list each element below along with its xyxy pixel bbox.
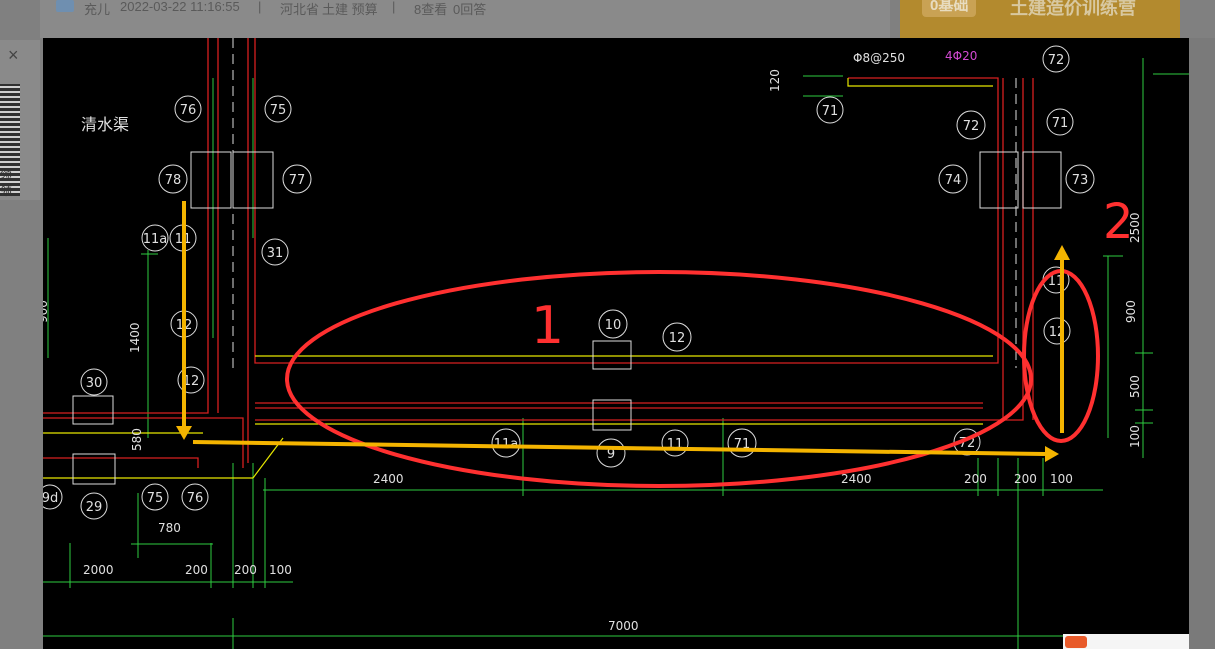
svg-text:78: 78 xyxy=(165,173,182,188)
left-float-panel: × 领 领 xyxy=(0,40,40,200)
svg-text:200: 200 xyxy=(234,563,257,577)
svg-text:75: 75 xyxy=(270,103,287,118)
cad-drawing: 120 1400 900 580 780 2000 200 200 100 24… xyxy=(43,38,1189,649)
svg-text:72: 72 xyxy=(963,119,980,134)
meta-separator: | xyxy=(392,0,396,14)
ad-badge: 0基础 xyxy=(922,0,977,17)
svg-text:2400: 2400 xyxy=(841,472,872,486)
rebar-spec: Φ8@250 xyxy=(853,51,905,65)
svg-text:2400: 2400 xyxy=(373,472,404,486)
svg-text:1400: 1400 xyxy=(128,322,142,353)
svg-text:9d: 9d xyxy=(43,491,58,506)
svg-text:7000: 7000 xyxy=(608,619,639,633)
svg-text:12: 12 xyxy=(669,331,686,346)
image-viewer[interactable]: 120 1400 900 580 780 2000 200 200 100 24… xyxy=(43,38,1189,649)
svg-text:71: 71 xyxy=(822,104,839,119)
svg-text:11a: 11a xyxy=(143,232,168,247)
svg-text:580: 580 xyxy=(130,428,144,451)
close-icon[interactable]: × xyxy=(8,46,19,64)
svg-text:29: 29 xyxy=(86,500,103,515)
svg-text:100: 100 xyxy=(1128,425,1142,448)
svg-text:100: 100 xyxy=(1050,472,1073,486)
answer-count: 0回答 xyxy=(453,2,487,17)
svg-text:100: 100 xyxy=(269,563,292,577)
watermark-logo xyxy=(1063,634,1189,649)
svg-text:73: 73 xyxy=(1072,173,1089,188)
user-avatar-icon[interactable] xyxy=(56,0,74,12)
area-label: 清水渠 xyxy=(81,115,129,134)
annotation-label-1: 1 xyxy=(531,296,564,356)
svg-text:2000: 2000 xyxy=(83,563,114,577)
author-name[interactable]: 充儿 xyxy=(84,0,110,18)
dimension-lines xyxy=(43,58,1189,649)
rebar-spec: 4Φ20 xyxy=(945,49,977,63)
svg-text:75: 75 xyxy=(147,491,164,506)
annotation-arrows xyxy=(176,201,1070,462)
question-meta-bar: 充儿 2022-03-22 11:16:55 | 河北省 土建 预算 | 8查看… xyxy=(40,0,890,38)
svg-text:77: 77 xyxy=(289,173,306,188)
ad-headline: 土建造价训练营 xyxy=(1010,0,1136,18)
svg-text:200: 200 xyxy=(1014,472,1037,486)
svg-text:31: 31 xyxy=(267,246,284,261)
rebar-boxes xyxy=(72,151,1062,485)
svg-text:74: 74 xyxy=(945,173,962,188)
svg-text:120: 120 xyxy=(768,69,782,92)
svg-text:71: 71 xyxy=(1052,116,1069,131)
region-tag[interactable]: 河北省 xyxy=(280,0,319,18)
svg-text:900: 900 xyxy=(1124,300,1138,323)
meta-separator: | xyxy=(258,0,262,14)
svg-text:76: 76 xyxy=(187,491,204,506)
svg-text:780: 780 xyxy=(158,521,181,535)
svg-text:10: 10 xyxy=(605,318,622,333)
svg-text:30: 30 xyxy=(86,376,103,391)
annotation-label-2: 2 xyxy=(1103,194,1134,250)
svg-text:200: 200 xyxy=(185,563,208,577)
svg-text:500: 500 xyxy=(1128,375,1142,398)
panel-label: 领 xyxy=(0,184,13,198)
svg-text:72: 72 xyxy=(1048,53,1065,68)
brand-logo-icon xyxy=(1065,636,1087,648)
training-ad-banner[interactable]: 0基础 土建造价训练营 xyxy=(900,0,1180,38)
viewer-side-gutter xyxy=(1189,38,1215,649)
svg-text:200: 200 xyxy=(964,472,987,486)
category-tag[interactable]: 土建 预算 xyxy=(322,0,378,18)
panel-label: 领 xyxy=(0,168,13,182)
view-count: 8查看 xyxy=(414,2,448,17)
post-timestamp: 2022-03-22 11:16:55 xyxy=(120,0,240,14)
svg-text:900: 900 xyxy=(43,300,50,323)
svg-text:76: 76 xyxy=(180,103,197,118)
